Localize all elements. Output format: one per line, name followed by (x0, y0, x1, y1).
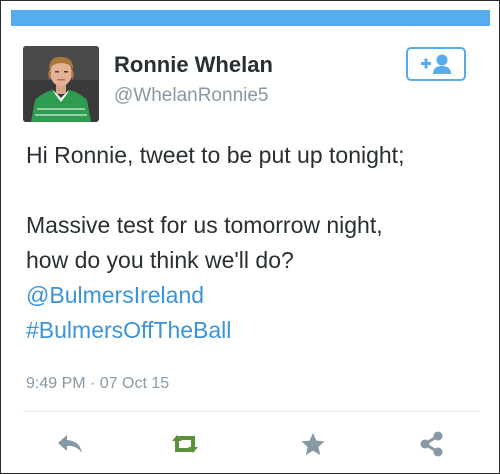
reply-icon (58, 435, 82, 453)
follow-user-icon (421, 54, 451, 74)
mention-link[interactable]: @BulmersIreland (26, 278, 486, 313)
tweet-line: Hi Ronnie, tweet to be put up tonight; (26, 142, 405, 168)
avatar[interactable] (23, 46, 99, 122)
tweet-card: Ronnie Whelan @WhelanRonnie5 Hi Ronnie, … (0, 0, 500, 474)
divider (23, 411, 480, 412)
retweet-button[interactable] (168, 429, 202, 459)
follow-button[interactable] (406, 47, 466, 81)
user-name[interactable]: Ronnie Whelan (114, 52, 273, 78)
retweet-icon (172, 435, 198, 453)
reply-button[interactable] (53, 429, 87, 459)
favorite-star-icon (301, 433, 325, 455)
tweet-text: Hi Ronnie, tweet to be put up tonight; M… (26, 138, 486, 348)
profile-photo (23, 46, 99, 122)
tweet-line: how do you think we'll do? (26, 247, 294, 273)
tweet-line: Massive test for us tomorrow night, (26, 212, 383, 238)
favorite-button[interactable] (296, 429, 330, 459)
share-button[interactable] (415, 429, 449, 459)
tweet-paragraph-gap (26, 173, 486, 208)
hashtag-link[interactable]: #BulmersOffTheBall (26, 313, 486, 348)
tweet-timestamp: 9:49 PM · 07 Oct 15 (26, 375, 170, 392)
user-handle[interactable]: @WhelanRonnie5 (114, 85, 269, 107)
share-icon (420, 431, 443, 457)
header-bar (11, 10, 490, 26)
